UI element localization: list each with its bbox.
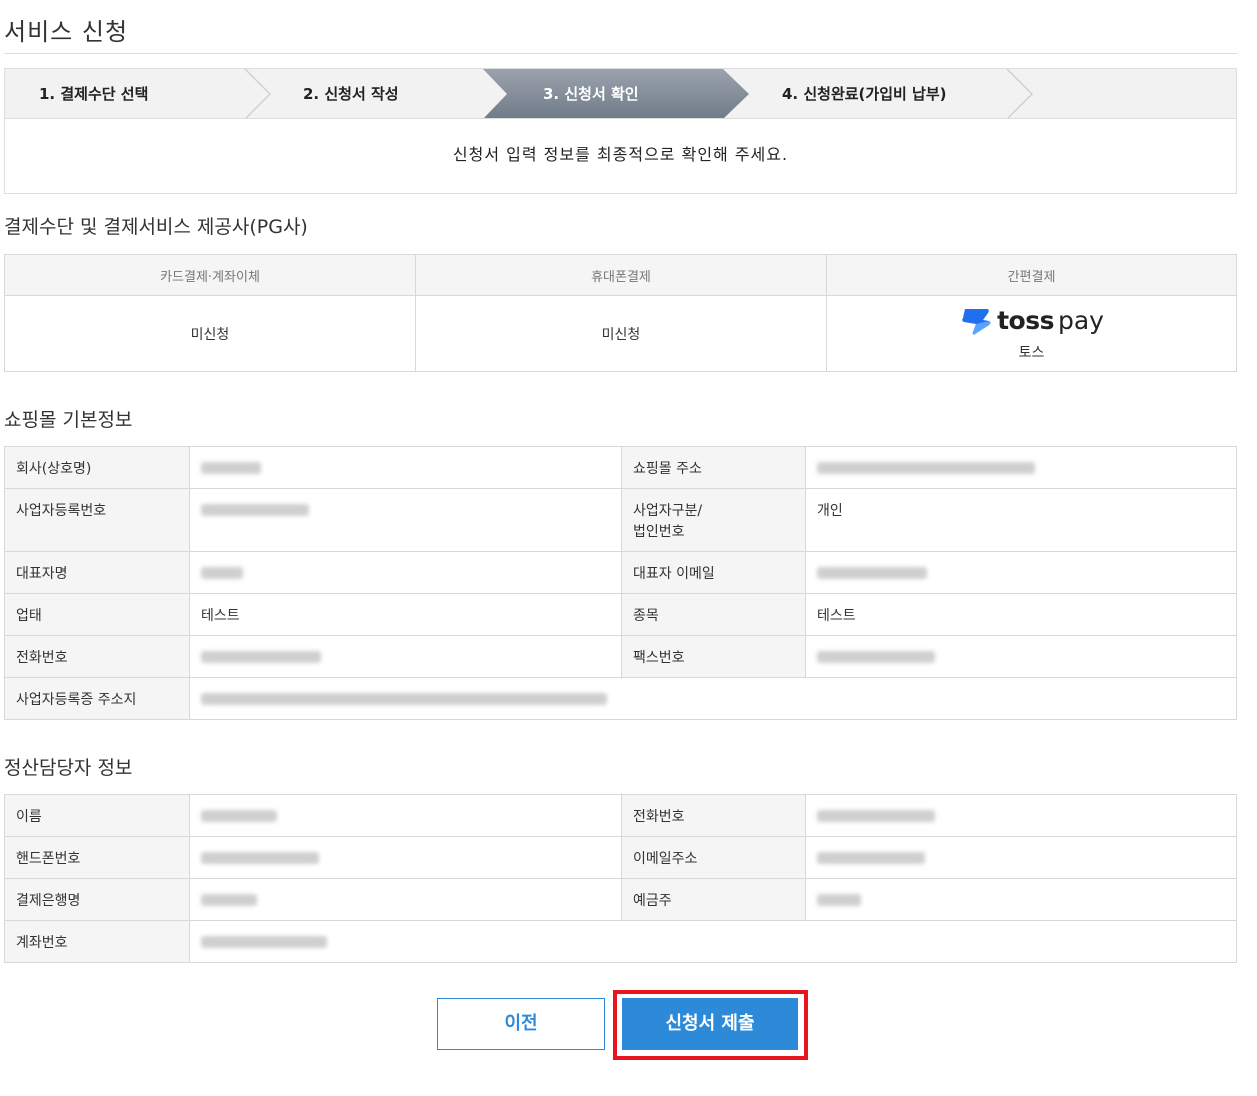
ceo-email-label: 대표자 이메일: [621, 551, 806, 594]
pg-section-title: 결제수단 및 결제서비스 제공사(PG사): [4, 216, 308, 238]
step-indicator: 1. 결제수단 선택 2. 신청서 작성 3. 신청서 확인 4. 신청완료(가…: [4, 68, 1237, 119]
business-label: 업태: [4, 593, 190, 636]
mobile-value: [189, 836, 622, 879]
step-separator-icon: [244, 69, 272, 119]
title-divider: [4, 53, 1237, 54]
item-label: 종목: [621, 593, 806, 636]
step-1: 1. 결제수단 선택: [39, 85, 149, 103]
biz-no-label: 사업자등록번호: [4, 488, 190, 552]
prev-button[interactable]: 이전: [437, 998, 605, 1050]
pg-header-easy: 간편결제: [826, 254, 1237, 296]
bank-value: [189, 878, 622, 921]
company-value: [189, 446, 622, 489]
redacted-value: [201, 936, 327, 948]
biz-no-value: [189, 488, 622, 552]
ceo-value: [189, 551, 622, 594]
mobile-label: 핸드폰번호: [4, 836, 190, 879]
bank-label: 결제은행명: [4, 878, 190, 921]
redacted-value: [201, 567, 243, 579]
redacted-value: [817, 852, 925, 864]
step-4: 4. 신청완료(가입비 납부): [782, 85, 947, 103]
step-2: 2. 신청서 작성: [303, 85, 399, 103]
redacted-value: [201, 504, 309, 516]
shop-url-value: [805, 446, 1237, 489]
fax-value: [805, 635, 1237, 678]
company-label: 회사(상호명): [4, 446, 190, 489]
redacted-value: [201, 852, 319, 864]
address-value: [189, 677, 1237, 720]
submit-button[interactable]: 신청서 제출: [622, 998, 798, 1050]
phone-label: 전화번호: [4, 635, 190, 678]
fax-label: 팩스번호: [621, 635, 806, 678]
account-label: 계좌번호: [4, 920, 190, 963]
toss-pay-logo: toss pay: [959, 306, 1104, 336]
redacted-value: [817, 894, 861, 906]
email-label: 이메일주소: [621, 836, 806, 879]
toss-logo-text: toss: [997, 306, 1054, 335]
shop-url-label: 쇼핑몰 주소: [621, 446, 806, 489]
phone-value: [189, 635, 622, 678]
redacted-value: [817, 810, 935, 822]
shop-section-title: 쇼핑몰 기본정보: [4, 409, 133, 431]
redacted-value: [201, 651, 321, 663]
redacted-value: [817, 462, 1035, 474]
step-3-active: 3. 신청서 확인: [543, 85, 639, 103]
account-value: [189, 920, 1237, 963]
holder-label: 예금주: [621, 878, 806, 921]
item-value: 테스트: [805, 593, 1237, 636]
ceo-label: 대표자명: [4, 551, 190, 594]
biz-type-value: 개인: [805, 488, 1237, 552]
biz-type-label: 사업자구분/법인번호: [621, 488, 806, 552]
holder-value: [805, 878, 1237, 921]
ceo-email-value: [805, 551, 1237, 594]
pay-logo-text: pay: [1057, 306, 1104, 335]
step-separator-icon: [1006, 69, 1034, 119]
pg-easy-cell: toss pay 토스: [826, 295, 1237, 372]
address-label: 사업자등록증 주소지: [4, 677, 190, 720]
settle-phone-value: [805, 794, 1237, 837]
pg-phone-status: 미신청: [415, 295, 827, 372]
business-value: 테스트: [189, 593, 622, 636]
pg-easy-name: 토스: [1018, 344, 1045, 361]
redacted-value: [817, 651, 935, 663]
toss-icon: [962, 308, 991, 335]
pg-header-card: 카드결제·계좌이체: [4, 254, 416, 296]
biz-type-label-line2: 법인번호: [633, 524, 685, 540]
pg-header-phone: 휴대폰결제: [415, 254, 827, 296]
redacted-value: [201, 894, 257, 906]
page-title: 서비스 신청: [4, 18, 129, 46]
settle-name-label: 이름: [4, 794, 190, 837]
settle-phone-label: 전화번호: [621, 794, 806, 837]
redacted-value: [817, 567, 927, 579]
redacted-value: [201, 693, 607, 705]
shop-info-table: 회사(상호명) 쇼핑몰 주소 사업자등록번호 사업자구분/법인번호 개인 대표자…: [4, 446, 1237, 720]
settle-info-table: 이름 전화번호 핸드폰번호 이메일주소 결제은행명 예금주 계좌번호: [4, 794, 1237, 963]
pg-table: 카드결제·계좌이체 휴대폰결제 간편결제 미신청 미신청 toss pay 토스: [4, 254, 1237, 372]
redacted-value: [201, 810, 277, 822]
biz-type-label-line1: 사업자구분/: [633, 503, 703, 519]
redacted-value: [201, 462, 261, 474]
step-message: 신청서 입력 정보를 최종적으로 확인해 주세요.: [4, 118, 1237, 194]
pg-card-status: 미신청: [4, 295, 416, 372]
email-value: [805, 836, 1237, 879]
settle-section-title: 정산담당자 정보: [4, 757, 133, 779]
settle-name-value: [189, 794, 622, 837]
